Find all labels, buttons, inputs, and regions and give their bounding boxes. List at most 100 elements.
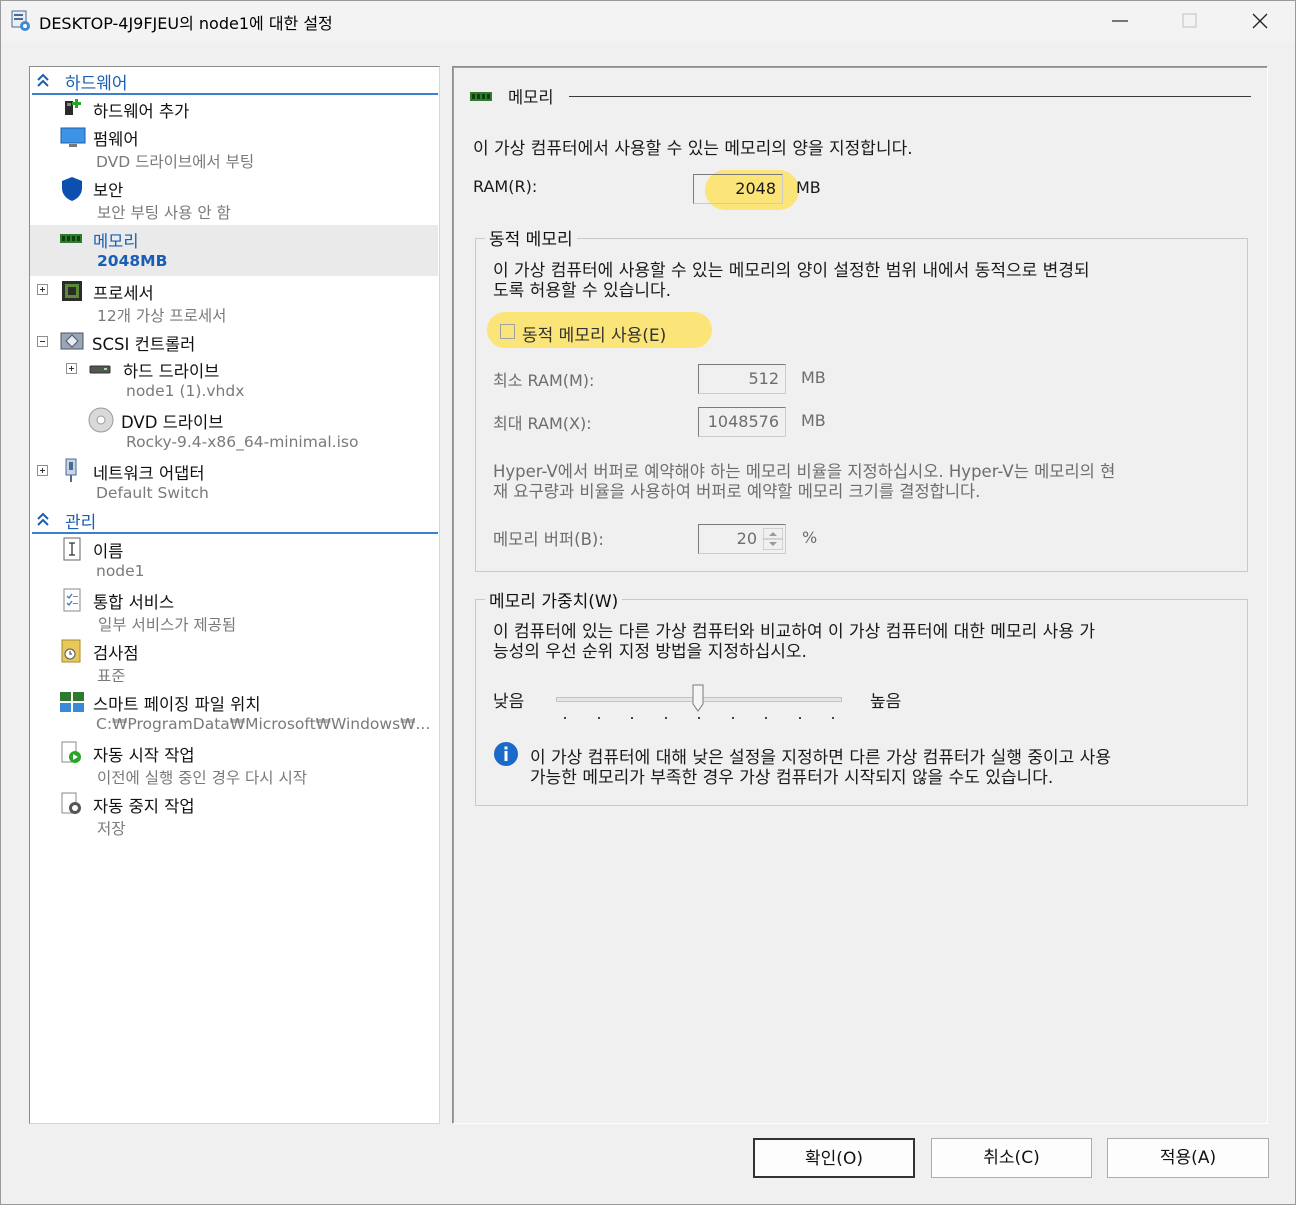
tree-item-dvd-drive[interactable]: DVD 드라이브 Rocky-9.4-x86_64-minimal.iso bbox=[30, 406, 438, 456]
apply-button[interactable]: 적용(A) bbox=[1107, 1138, 1269, 1178]
tree-item-processor[interactable]: 프로세서 12개 가상 프로세서 bbox=[30, 277, 438, 327]
enable-dynamic-memory-label[interactable]: 동적 메모리 사용(E) bbox=[522, 321, 666, 346]
tree-item-detail: 이전에 실행 중인 경우 다시 시작 bbox=[97, 769, 308, 787]
section-divider bbox=[569, 96, 1251, 97]
tree-item-hard-drive[interactable]: 하드 드라이브 node1 (1).vhdx bbox=[30, 355, 438, 405]
tree-item-label: DVD 드라이브 bbox=[121, 413, 224, 432]
dvd-disc-icon bbox=[88, 407, 114, 433]
minimize-button[interactable] bbox=[1085, 1, 1155, 41]
tree-item-label: 하드웨어 추가 bbox=[93, 102, 190, 121]
slider-thumb[interactable] bbox=[692, 684, 704, 712]
tree-item-smart-paging[interactable]: 스마트 페이징 파일 위치 C:₩ProgramData₩Microsoft₩W… bbox=[30, 688, 438, 738]
smart-paging-icon bbox=[60, 692, 84, 712]
tree-item-label: 자동 시작 작업 bbox=[93, 746, 195, 765]
weight-description-line2: 능성의 우선 순위 지정 방법을 지정하십시오. bbox=[493, 642, 807, 662]
spinner-arrows-icon[interactable] bbox=[763, 528, 783, 550]
ram-input[interactable]: 2048 bbox=[693, 174, 783, 204]
automatic-start-icon bbox=[61, 741, 81, 763]
tree-item-label: 네트워크 어댑터 bbox=[93, 464, 205, 483]
hardware-section-label: 하드웨어 bbox=[65, 74, 128, 94]
tree-item-name[interactable]: 이름 node1 bbox=[30, 535, 438, 585]
tree-item-label: SCSI 컨트롤러 bbox=[92, 335, 196, 354]
tree-item-detail: node1 bbox=[96, 562, 145, 580]
collapse-chevron-icon bbox=[37, 73, 49, 87]
title-bar: DESKTOP-4J9FJEU의 node1에 대한 설정 bbox=[1, 1, 1295, 41]
slider-tick bbox=[698, 717, 700, 719]
memory-weight-slider[interactable] bbox=[556, 682, 842, 722]
hardware-section-header[interactable]: 하드웨어 bbox=[32, 67, 438, 95]
expand-toggle[interactable] bbox=[66, 363, 77, 374]
tree-item-memory[interactable]: 메모리 2048MB bbox=[30, 225, 438, 276]
slider-tick bbox=[765, 717, 767, 719]
firmware-monitor-icon bbox=[60, 127, 86, 147]
ram-label: RAM(R): bbox=[473, 177, 538, 196]
name-field-icon bbox=[63, 537, 81, 561]
tree-item-label: 프로세서 bbox=[93, 284, 154, 303]
tree-item-label: 하드 드라이브 bbox=[123, 362, 220, 381]
add-hardware-icon bbox=[65, 99, 81, 115]
slider-tick bbox=[564, 717, 566, 719]
tree-item-integration-services[interactable]: 통합 서비스 일부 서비스가 제공됨 bbox=[30, 586, 438, 636]
tree-item-security[interactable]: 보안 보안 부팅 사용 안 함 bbox=[30, 174, 438, 224]
tree-item-detail: Rocky-9.4-x86_64-minimal.iso bbox=[126, 433, 359, 451]
shield-icon bbox=[62, 177, 82, 201]
settings-window: DESKTOP-4J9FJEU의 node1에 대한 설정 하드웨어 하드웨어 … bbox=[0, 0, 1296, 1205]
tree-item-label: 통합 서비스 bbox=[93, 593, 175, 612]
info-icon bbox=[494, 742, 518, 766]
expand-toggle[interactable] bbox=[37, 465, 48, 476]
scsi-controller-icon bbox=[60, 332, 84, 350]
slider-tick bbox=[731, 717, 734, 719]
tree-item-firmware[interactable]: 펌웨어 DVD 드라이브에서 부팅 bbox=[30, 123, 438, 173]
tree-item-detail: Default Switch bbox=[96, 484, 209, 502]
memory-chip-icon bbox=[60, 234, 82, 243]
weight-high-label: 높음 bbox=[870, 692, 902, 712]
min-ram-input[interactable]: 512 bbox=[698, 364, 786, 394]
tree-item-label: 이름 bbox=[93, 542, 124, 561]
enable-dynamic-memory-checkbox[interactable] bbox=[500, 324, 515, 339]
tree-item-network-adapter[interactable]: 네트워크 어댑터 Default Switch bbox=[30, 457, 438, 507]
tree-item-add-hardware[interactable]: 하드웨어 추가 bbox=[30, 95, 438, 121]
tree-item-scsi-controller[interactable]: SCSI 컨트롤러 bbox=[30, 328, 438, 354]
min-ram-label: 최소 RAM(M): bbox=[493, 371, 595, 390]
automatic-stop-icon bbox=[61, 792, 81, 814]
max-ram-unit: MB bbox=[801, 411, 826, 430]
ok-button[interactable]: 확인(O) bbox=[753, 1138, 915, 1178]
checkpoint-icon bbox=[61, 639, 81, 663]
tree-item-label: 검사점 bbox=[93, 644, 139, 663]
max-ram-input[interactable]: 1048576 bbox=[698, 407, 786, 437]
expand-toggle[interactable] bbox=[37, 284, 48, 295]
collapse-toggle[interactable] bbox=[37, 336, 48, 347]
management-section-header[interactable]: 관리 bbox=[32, 506, 438, 534]
dynamic-description-line2: 도록 허용할 수 있습니다. bbox=[493, 281, 672, 301]
maximize-icon bbox=[1182, 13, 1197, 28]
tree-item-detail: 일부 서비스가 제공됨 bbox=[98, 616, 237, 634]
memory-buffer-label: 메모리 버퍼(B): bbox=[493, 530, 604, 549]
tree-item-detail: C:₩ProgramData₩Microsoft₩Windows₩... bbox=[96, 715, 431, 733]
tree-item-detail: 12개 가상 프로세서 bbox=[97, 307, 227, 325]
close-button[interactable] bbox=[1225, 1, 1295, 41]
tree-item-automatic-stop[interactable]: 자동 중지 작업 저장 bbox=[30, 790, 438, 840]
slider-tick bbox=[798, 717, 801, 719]
tree-item-detail: 보안 부팅 사용 안 함 bbox=[97, 204, 231, 222]
maximize-button[interactable] bbox=[1155, 1, 1225, 41]
integration-services-icon bbox=[63, 588, 81, 612]
management-section-label: 관리 bbox=[65, 513, 97, 533]
tree-item-label: 보안 bbox=[93, 181, 124, 200]
slider-tick bbox=[597, 717, 600, 719]
info-text-line2: 가능한 메모리가 부족한 경우 가상 컴퓨터가 시작되지 않을 수도 있습니다. bbox=[530, 768, 1054, 788]
processor-chip-icon bbox=[62, 281, 82, 301]
window-title: DESKTOP-4J9FJEU의 node1에 대한 설정 bbox=[39, 14, 333, 33]
memory-buffer-unit: % bbox=[802, 528, 818, 547]
tree-item-detail: 저장 bbox=[97, 820, 126, 838]
min-ram-unit: MB bbox=[801, 368, 826, 387]
dynamic-memory-title: 동적 메모리 bbox=[485, 225, 577, 250]
cancel-button[interactable]: 취소(C) bbox=[931, 1138, 1092, 1178]
slider-tick bbox=[664, 717, 667, 719]
tree-item-checkpoints[interactable]: 검사점 표준 bbox=[30, 637, 438, 687]
minimize-icon bbox=[1112, 20, 1128, 22]
section-title: 메모리 bbox=[508, 88, 554, 107]
weight-low-label: 낮음 bbox=[493, 692, 525, 712]
buffer-description-line2: 재 요구량과 비율을 사용하여 버퍼로 예약할 메모리 크기를 결정합니다. bbox=[493, 482, 981, 501]
tree-item-automatic-start[interactable]: 자동 시작 작업 이전에 실행 중인 경우 다시 시작 bbox=[30, 739, 438, 789]
tree-item-detail: 표준 bbox=[97, 667, 126, 685]
